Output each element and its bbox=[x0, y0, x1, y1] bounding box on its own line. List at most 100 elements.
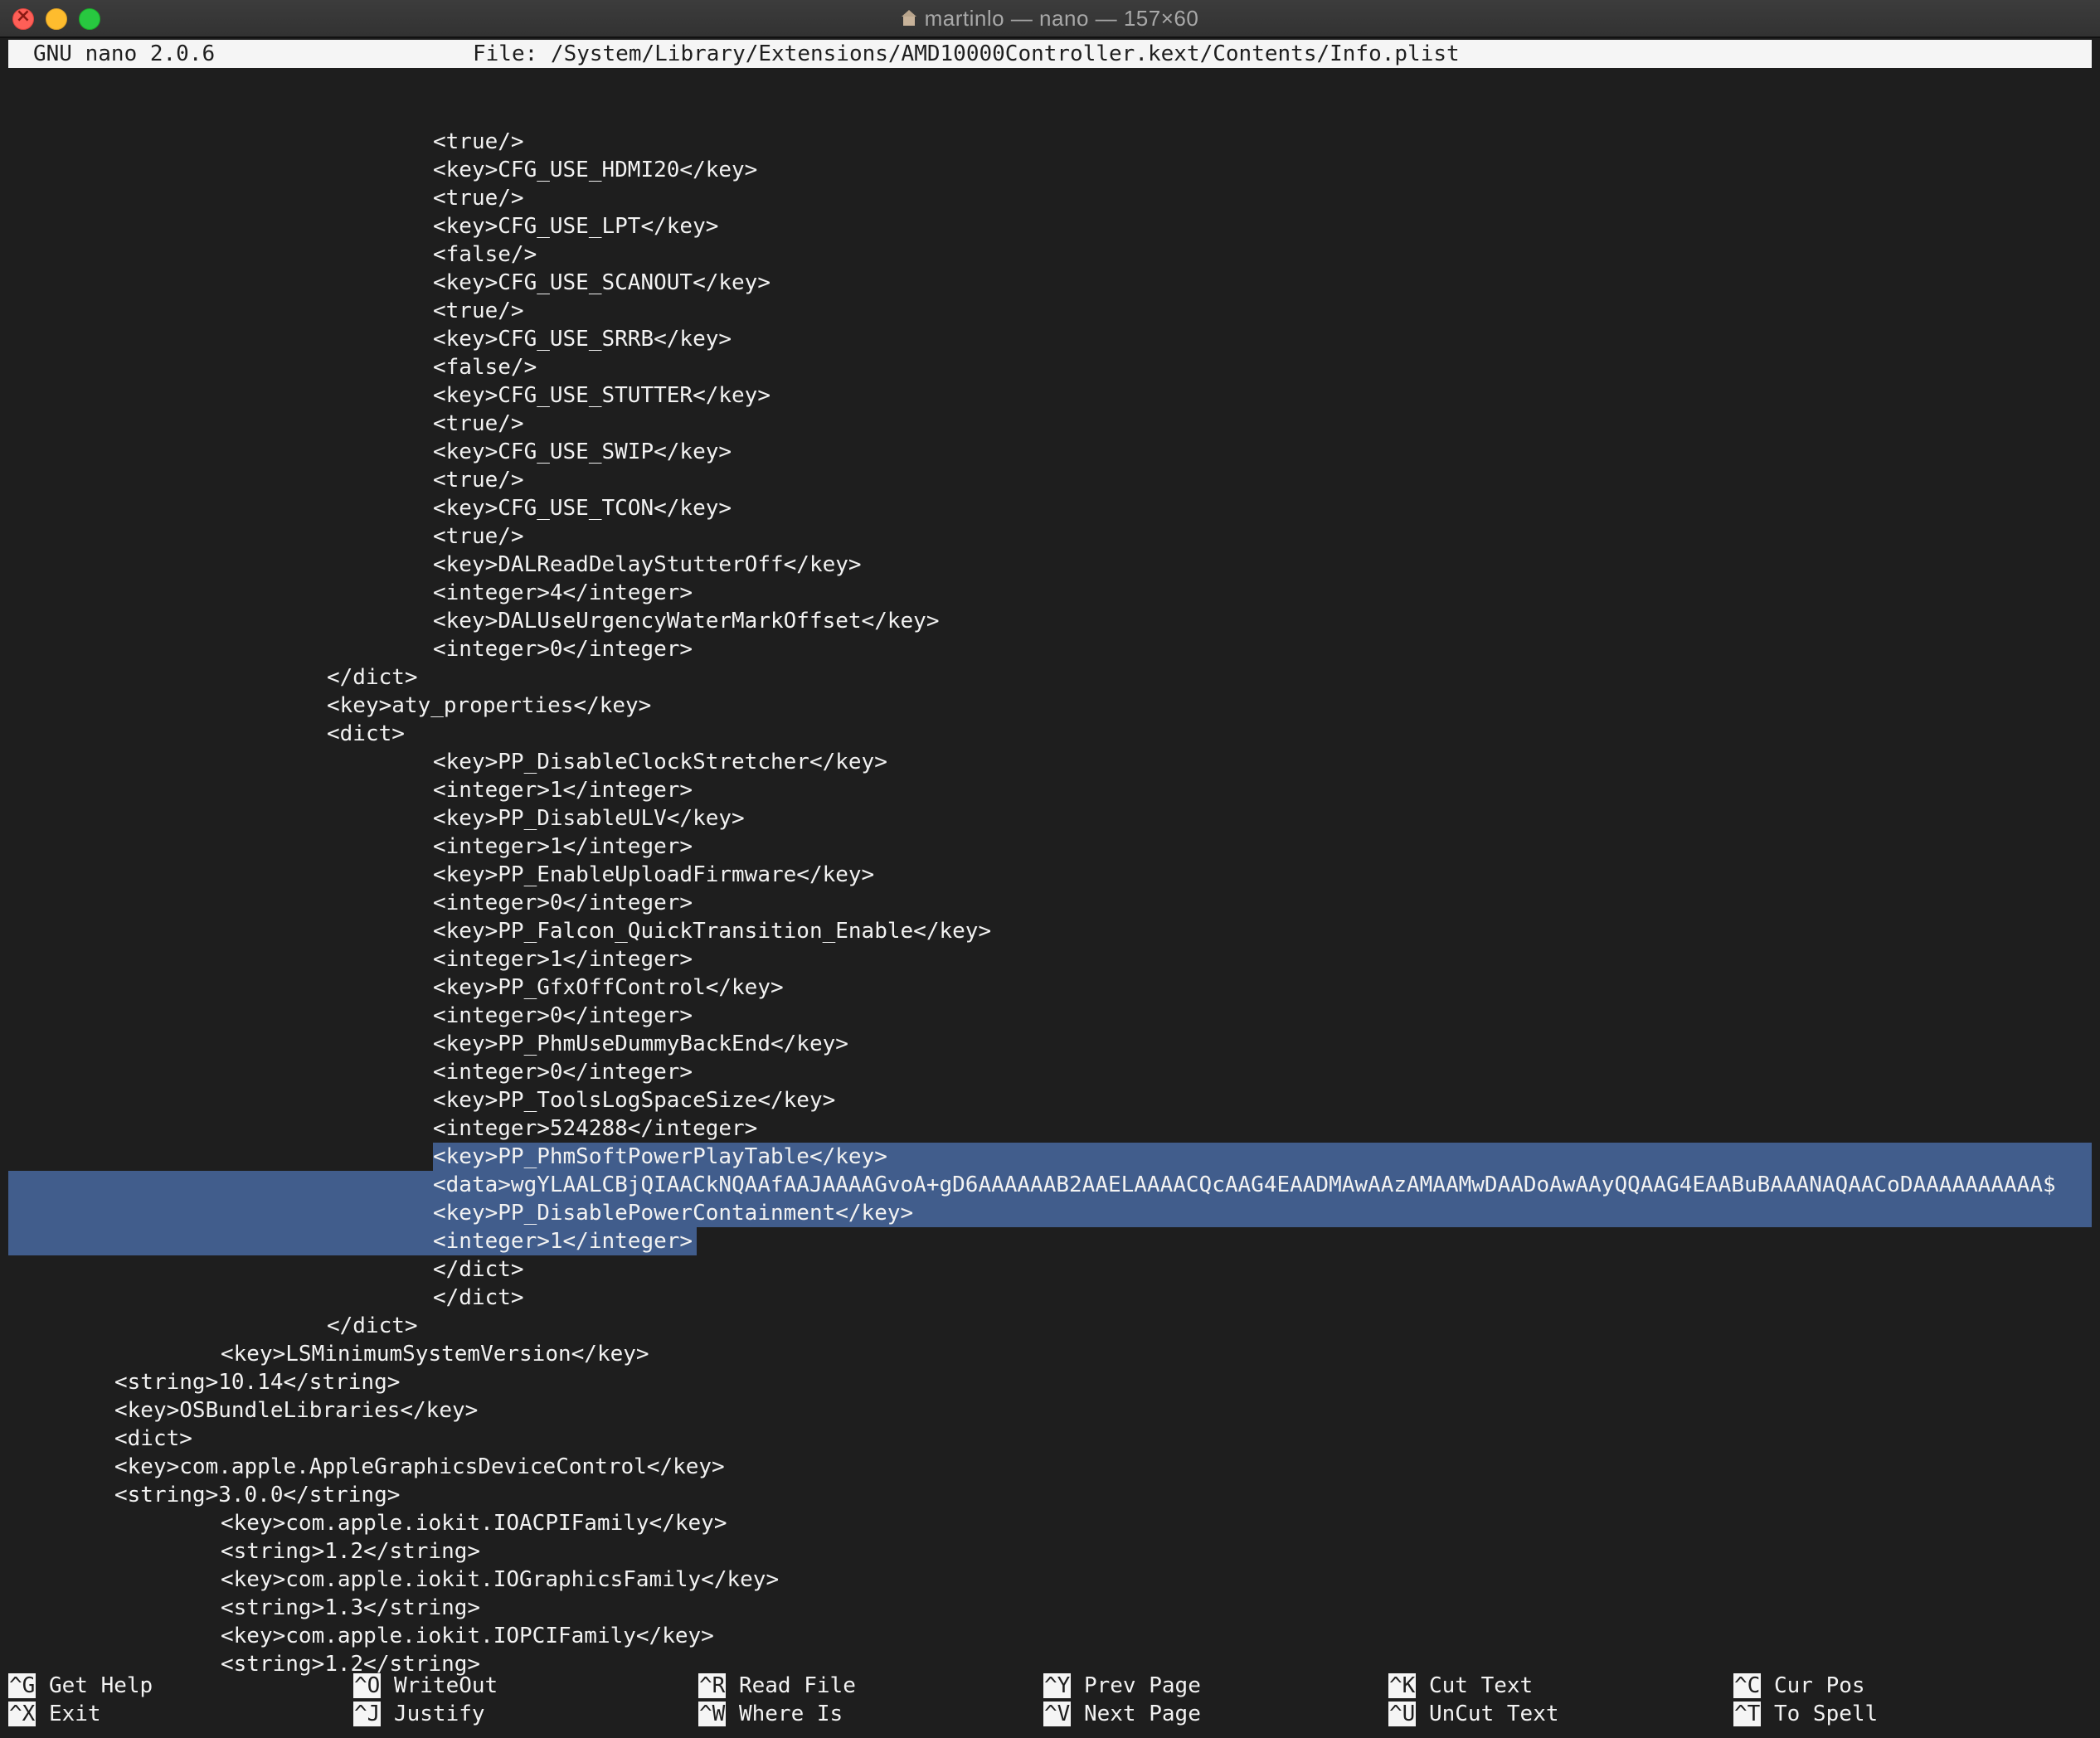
nano-header-bar: GNU nano 2.0.6 File: /System/Library/Ext… bbox=[8, 40, 2092, 68]
code-line: <string>1.3</string> bbox=[221, 1595, 481, 1620]
code-line: <key>CFG_USE_SCANOUT</key> bbox=[433, 270, 770, 295]
code-line: </dict> bbox=[433, 1285, 524, 1310]
code-line: <integer>1</integer> bbox=[433, 778, 693, 803]
code-line: <string>3.0.0</string> bbox=[114, 1483, 401, 1507]
code-line: <key>PP_ToolsLogSpaceSize</key> bbox=[433, 1088, 836, 1113]
code-line: <key>PP_DisablePowerContainment</key> bbox=[433, 1201, 914, 1226]
shortcut-label: Prev Page bbox=[1071, 1673, 1201, 1698]
shortcut-label: WriteOut bbox=[381, 1673, 498, 1698]
terminal-window: martinlo — nano — 157×60 GNU nano 2.0.6 … bbox=[0, 0, 2100, 1738]
shortcut-to-spell[interactable]: ^T To Spell bbox=[1733, 1700, 1878, 1728]
code-line: <true/> bbox=[433, 129, 524, 154]
shortcut-key: ^T bbox=[1733, 1702, 1762, 1726]
code-line: <integer>524288</integer> bbox=[433, 1116, 758, 1141]
shortcut-where-is[interactable]: ^W Where Is bbox=[698, 1700, 843, 1728]
shortcut-uncut-text[interactable]: ^U UnCut Text bbox=[1388, 1700, 1559, 1728]
shortcut-label: Exit bbox=[36, 1702, 101, 1726]
code-line: <dict> bbox=[327, 721, 405, 746]
code-line: <true/> bbox=[433, 186, 524, 211]
code-line: <key>aty_properties</key> bbox=[327, 693, 652, 718]
shortcut-label: Read File bbox=[726, 1673, 856, 1698]
shortcut-key: ^K bbox=[1388, 1673, 1417, 1698]
code-line: </dict> bbox=[327, 1313, 418, 1338]
shortcut-key: ^C bbox=[1733, 1673, 1762, 1698]
code-line: </dict> bbox=[327, 665, 418, 690]
shortcut-get-help[interactable]: ^G Get Help bbox=[8, 1672, 153, 1700]
code-line: <integer>0</integer> bbox=[433, 637, 693, 662]
shortcut-key: ^V bbox=[1043, 1702, 1072, 1726]
code-line: <false/> bbox=[433, 355, 537, 380]
shortcut-label: To Spell bbox=[1761, 1702, 1879, 1726]
shortcut-key: ^W bbox=[698, 1702, 727, 1726]
shortcut-label: Cur Pos bbox=[1761, 1673, 1865, 1698]
shortcut-key: ^R bbox=[698, 1673, 727, 1698]
shortcut-cur-pos[interactable]: ^C Cur Pos bbox=[1733, 1672, 1865, 1700]
home-folder-icon bbox=[901, 10, 916, 27]
shortcut-label: UnCut Text bbox=[1416, 1702, 1559, 1726]
shortcut-exit[interactable]: ^X Exit bbox=[8, 1700, 101, 1728]
shortcut-label: Where Is bbox=[726, 1702, 843, 1726]
code-line: <integer>1</integer> bbox=[433, 947, 693, 972]
code-line: <key>CFG_USE_TCON</key> bbox=[433, 496, 732, 521]
code-line: <integer>1</integer> bbox=[433, 1229, 693, 1254]
nano-version: GNU nano 2.0.6 bbox=[33, 41, 216, 66]
shortcut-key: ^U bbox=[1388, 1702, 1417, 1726]
code-line: <string>10.14</string> bbox=[114, 1370, 401, 1395]
code-line: <key>PP_GfxOffControl</key> bbox=[433, 975, 784, 1000]
window-title-area: martinlo — nano — 157×60 bbox=[0, 0, 2100, 36]
code-line: <key>CFG_USE_LPT</key> bbox=[433, 214, 719, 239]
code-line: <key>PP_DisableULV</key> bbox=[433, 806, 745, 831]
code-line: <integer>0</integer> bbox=[433, 891, 693, 915]
shortcut-label: Justify bbox=[381, 1702, 485, 1726]
title-bar: martinlo — nano — 157×60 bbox=[0, 0, 2100, 38]
code-line: <string>1.2</string> bbox=[221, 1539, 481, 1564]
code-line: <true/> bbox=[433, 299, 524, 323]
code-line: <true/> bbox=[433, 468, 524, 493]
code-line: <data>wgYLAALCBjQIAACkNQAAfAAJAAAAGvoA+g… bbox=[433, 1172, 2056, 1197]
nano-file-path: File: /System/Library/Extensions/AMD1000… bbox=[473, 41, 1460, 66]
shortcut-label: Next Page bbox=[1071, 1702, 1201, 1726]
code-line: <false/> bbox=[433, 242, 537, 267]
code-line: <key>com.apple.AppleGraphicsDeviceContro… bbox=[114, 1454, 725, 1479]
code-line: <key>com.apple.iokit.IOGraphicsFamily</k… bbox=[221, 1567, 780, 1592]
code-line: <integer>0</integer> bbox=[433, 1060, 693, 1085]
code-line: <key>com.apple.iokit.IOPCIFamily</key> bbox=[221, 1624, 714, 1648]
shortcut-key: ^X bbox=[8, 1702, 36, 1726]
code-line: <key>LSMinimumSystemVersion</key> bbox=[221, 1342, 649, 1367]
code-line: <key>CFG_USE_SWIP</key> bbox=[433, 439, 732, 464]
code-line: <dict> bbox=[114, 1426, 192, 1451]
shortcut-read-file[interactable]: ^R Read File bbox=[698, 1672, 856, 1700]
code-line: <integer>1</integer> bbox=[433, 834, 693, 859]
shortcut-justify[interactable]: ^J Justify bbox=[353, 1700, 485, 1728]
code-line: </dict> bbox=[433, 1257, 524, 1282]
window-title: martinlo — nano — 157×60 bbox=[924, 5, 1199, 31]
code-line: <key>PP_PhmSoftPowerPlayTable</key> bbox=[433, 1144, 887, 1169]
code-line: <key>DALUseUrgencyWaterMarkOffset</key> bbox=[433, 609, 940, 634]
shortcut-key: ^Y bbox=[1043, 1673, 1072, 1698]
shortcut-prev-page[interactable]: ^Y Prev Page bbox=[1043, 1672, 1201, 1700]
code-line: <key>CFG_USE_HDMI20</key> bbox=[433, 158, 758, 182]
shortcut-cut-text[interactable]: ^K Cut Text bbox=[1388, 1672, 1533, 1700]
shortcut-writeout[interactable]: ^O WriteOut bbox=[353, 1672, 498, 1700]
code-line: <key>PP_EnableUploadFirmware</key> bbox=[433, 862, 875, 887]
code-line: <key>com.apple.iokit.IOACPIFamily</key> bbox=[221, 1511, 727, 1536]
code-line: <key>PP_DisableClockStretcher</key> bbox=[433, 750, 887, 774]
code-line: <key>DALReadDelayStutterOff</key> bbox=[433, 552, 862, 577]
code-line: <integer>4</integer> bbox=[433, 580, 693, 605]
code-line: <true/> bbox=[433, 411, 524, 436]
code-line: <key>CFG_USE_SRRB</key> bbox=[433, 327, 732, 352]
shortcut-key: ^J bbox=[353, 1702, 382, 1726]
shortcut-next-page[interactable]: ^V Next Page bbox=[1043, 1700, 1201, 1728]
code-line: <key>PP_PhmUseDummyBackEnd</key> bbox=[433, 1032, 848, 1056]
nano-shortcut-bar: ^G Get Help ^O WriteOut ^R Read File ^Y Pre… bbox=[8, 1672, 2092, 1731]
shortcut-label: Cut Text bbox=[1416, 1673, 1534, 1698]
code-line: <key>CFG_USE_STUTTER</key> bbox=[433, 383, 770, 408]
shortcut-key: ^G bbox=[8, 1673, 36, 1698]
code-line: <true/> bbox=[433, 524, 524, 549]
code-line: <key>OSBundleLibraries</key> bbox=[114, 1398, 479, 1423]
shortcut-key: ^O bbox=[353, 1673, 382, 1698]
terminal-content[interactable]: GNU nano 2.0.6 File: /System/Library/Ext… bbox=[8, 36, 2092, 1738]
shortcut-label: Get Help bbox=[36, 1673, 153, 1698]
code-line: <integer>0</integer> bbox=[433, 1003, 693, 1028]
code-line: <key>PP_Falcon_QuickTransition_Enable</k… bbox=[433, 919, 992, 944]
